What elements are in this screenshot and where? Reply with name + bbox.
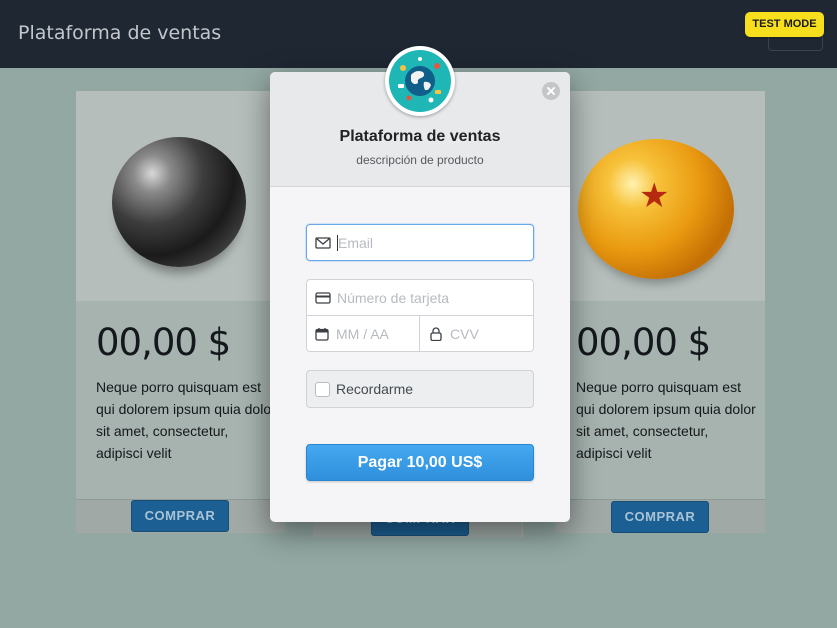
product-image <box>76 91 285 301</box>
remember-me-label[interactable]: Recordarme <box>336 381 413 397</box>
checkout-subtitle: descripción de producto <box>356 153 484 167</box>
credit-card-icon <box>315 291 331 304</box>
product-card: ★ 00,00 $ Neque porro quisquam est qui d… <box>556 91 765 533</box>
card-number-field[interactable]: Número de tarjeta <box>306 279 534 316</box>
pay-button[interactable]: Pagar 10,00 US$ <box>306 444 534 481</box>
email-placeholder: Email <box>338 234 374 251</box>
card-number-placeholder: Número de tarjeta <box>337 289 450 306</box>
calendar-icon <box>315 327 329 341</box>
email-field[interactable]: Email <box>306 224 534 261</box>
product-image: ★ <box>556 91 765 301</box>
expiry-placeholder: MM / AA <box>336 325 389 342</box>
star-icon: ★ <box>639 177 670 215</box>
close-icon <box>547 87 555 95</box>
cvv-field[interactable]: CVV <box>419 315 534 352</box>
test-mode-badge: TEST MODE <box>745 12 824 37</box>
close-button[interactable] <box>542 82 560 100</box>
dragon-ball-image: ★ <box>578 139 734 279</box>
buy-button[interactable]: COMPRAR <box>611 501 709 533</box>
checkout-title: Plataforma de ventas <box>339 128 501 145</box>
product-price: 00,00 $ <box>576 321 711 364</box>
checkout-modal: Plataforma de ventas descripción de prod… <box>270 46 570 522</box>
remember-me-row[interactable]: Recordarme <box>306 370 534 408</box>
globe-logo-icon <box>385 46 455 116</box>
product-card: 00,00 $ Neque porro quisquam est qui dol… <box>76 91 285 533</box>
navbar-brand[interactable]: Plataforma de ventas <box>18 22 221 44</box>
cvv-placeholder: CVV <box>450 325 479 342</box>
metal-sphere-image <box>112 137 246 267</box>
lock-icon <box>430 326 442 341</box>
buy-button[interactable]: COMPRAR <box>131 500 229 532</box>
product-price: 00,00 $ <box>96 321 231 364</box>
remember-me-checkbox[interactable] <box>315 382 330 397</box>
product-description: Neque porro quisquam est qui dolorem ips… <box>96 379 276 461</box>
expiry-field[interactable]: MM / AA <box>306 315 420 352</box>
envelope-icon <box>315 236 331 249</box>
product-description: Neque porro quisquam est qui dolorem ips… <box>576 379 756 461</box>
